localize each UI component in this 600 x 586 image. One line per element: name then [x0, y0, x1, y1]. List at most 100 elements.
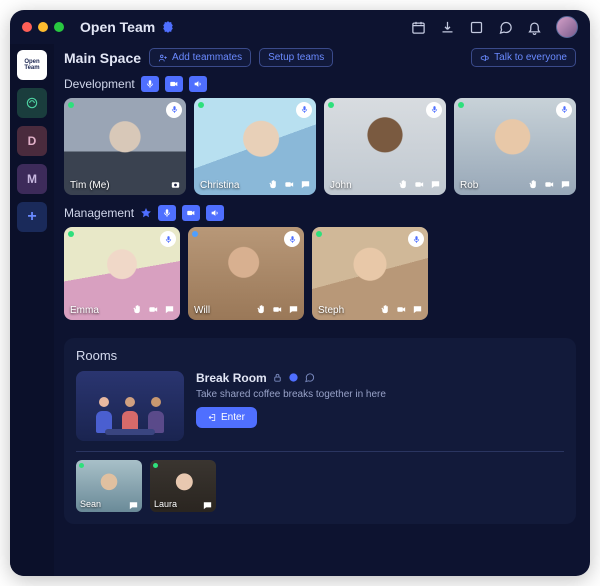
enter-room-button[interactable]: Enter: [196, 407, 257, 428]
talk-everyone-label: Talk to everyone: [494, 52, 567, 63]
video-icon[interactable]: [543, 178, 556, 191]
rooms-panel: Rooms Break Room: [64, 338, 576, 524]
chat-icon[interactable]: [304, 372, 315, 383]
sidebar-item-green[interactable]: [17, 88, 47, 118]
person-tile[interactable]: Christina: [194, 98, 316, 196]
mic-indicator: [556, 102, 572, 118]
speaker-icon: [210, 208, 220, 218]
sidebar-item-m-label: M: [27, 172, 37, 186]
room-description: Take shared coffee breaks together in he…: [196, 388, 564, 401]
chat-icon[interactable]: [498, 20, 513, 35]
user-avatar[interactable]: [556, 16, 578, 38]
space-header: Main Space Add teammates Setup teams Tal…: [64, 48, 576, 68]
room-illustration: [76, 371, 184, 441]
camera-icon[interactable]: [169, 178, 182, 191]
status-indicator: [198, 102, 204, 108]
status-indicator: [79, 463, 84, 468]
mgmt-mic-button[interactable]: [158, 205, 176, 221]
video-icon[interactable]: [413, 178, 426, 191]
person-name: Will: [194, 305, 210, 316]
chat-icon[interactable]: [287, 303, 300, 316]
screen-icon[interactable]: [469, 20, 484, 35]
person-name: Christina: [200, 180, 239, 191]
person-tile[interactable]: Will: [188, 227, 304, 320]
chat-icon[interactable]: [429, 178, 442, 191]
person-tile[interactable]: John: [324, 98, 446, 196]
sidebar-item-m[interactable]: M: [17, 164, 47, 194]
dev-speaker-button[interactable]: [189, 76, 207, 92]
room-person-tile[interactable]: Sean: [76, 460, 142, 512]
hand-icon[interactable]: [379, 303, 392, 316]
section-management-header: Management: [64, 205, 576, 221]
hand-icon[interactable]: [131, 303, 144, 316]
mgmt-camera-button[interactable]: [182, 205, 200, 221]
setup-teams-label: Setup teams: [268, 52, 324, 63]
mic-indicator: [166, 102, 182, 118]
person-tile[interactable]: Emma: [64, 227, 180, 320]
add-user-icon: [158, 53, 168, 63]
add-teammates-button[interactable]: Add teammates: [149, 48, 251, 67]
room-person-tile[interactable]: Laura: [150, 460, 216, 512]
sidebar-item-workspace[interactable]: Open Team: [17, 50, 47, 80]
speaker-icon: [193, 79, 203, 89]
talk-to-everyone-button[interactable]: Talk to everyone: [471, 48, 576, 67]
sidebar-add-button[interactable]: +: [17, 202, 47, 232]
chat-icon[interactable]: [202, 498, 213, 509]
space-title: Main Space: [64, 50, 141, 66]
person-name: Sean: [80, 499, 101, 509]
tile-controls: [527, 178, 572, 191]
person-tile[interactable]: Steph: [312, 227, 428, 320]
mic-indicator: [426, 102, 442, 118]
window-controls: [22, 22, 64, 32]
tile-controls: [131, 303, 176, 316]
titlebar-actions: [411, 16, 578, 38]
star-icon: [140, 207, 152, 219]
chat-icon[interactable]: [559, 178, 572, 191]
video-icon[interactable]: [271, 303, 284, 316]
download-icon[interactable]: [440, 20, 455, 35]
sidebar-item-d[interactable]: D: [17, 126, 47, 156]
close-window-button[interactable]: [22, 22, 32, 32]
video-icon[interactable]: [283, 178, 296, 191]
chat-icon[interactable]: [411, 303, 424, 316]
video-icon[interactable]: [395, 303, 408, 316]
person-name: Emma: [70, 305, 99, 316]
hand-icon[interactable]: [255, 303, 268, 316]
microphone-icon: [162, 208, 172, 218]
mic-indicator: [284, 231, 300, 247]
calendar-icon[interactable]: [411, 20, 426, 35]
video-icon[interactable]: [147, 303, 160, 316]
mic-indicator: [296, 102, 312, 118]
chat-icon[interactable]: [128, 498, 139, 509]
chat-icon[interactable]: [163, 303, 176, 316]
bell-icon[interactable]: [527, 20, 542, 35]
person-tile[interactable]: Rob: [454, 98, 576, 196]
chat-icon[interactable]: [299, 178, 312, 191]
minimize-window-button[interactable]: [38, 22, 48, 32]
mic-indicator: [408, 231, 424, 247]
enter-icon: [208, 413, 217, 422]
dev-camera-button[interactable]: [165, 76, 183, 92]
main-content: Main Space Add teammates Setup teams Tal…: [54, 44, 590, 576]
person-tile[interactable]: Tim (Me): [64, 98, 186, 196]
person-name: Rob: [460, 180, 478, 191]
add-teammates-label: Add teammates: [172, 52, 242, 63]
mgmt-speaker-button[interactable]: [206, 205, 224, 221]
sidebar: Open Team D M +: [10, 44, 54, 576]
person-name: Steph: [318, 305, 344, 316]
maximize-window-button[interactable]: [54, 22, 64, 32]
section-management-title: Management: [64, 206, 134, 220]
person-name: Laura: [154, 499, 177, 509]
tile-controls: [379, 303, 424, 316]
hand-icon[interactable]: [397, 178, 410, 191]
setup-teams-button[interactable]: Setup teams: [259, 48, 333, 67]
dev-mic-button[interactable]: [141, 76, 159, 92]
hand-icon[interactable]: [267, 178, 280, 191]
workspace-label: Open Team: [24, 59, 39, 71]
megaphone-icon: [480, 53, 490, 63]
section-development-header: Development: [64, 76, 576, 92]
microphone-icon: [145, 79, 155, 89]
verified-icon: [161, 20, 175, 34]
titlebar: Open Team: [10, 10, 590, 44]
hand-icon[interactable]: [527, 178, 540, 191]
